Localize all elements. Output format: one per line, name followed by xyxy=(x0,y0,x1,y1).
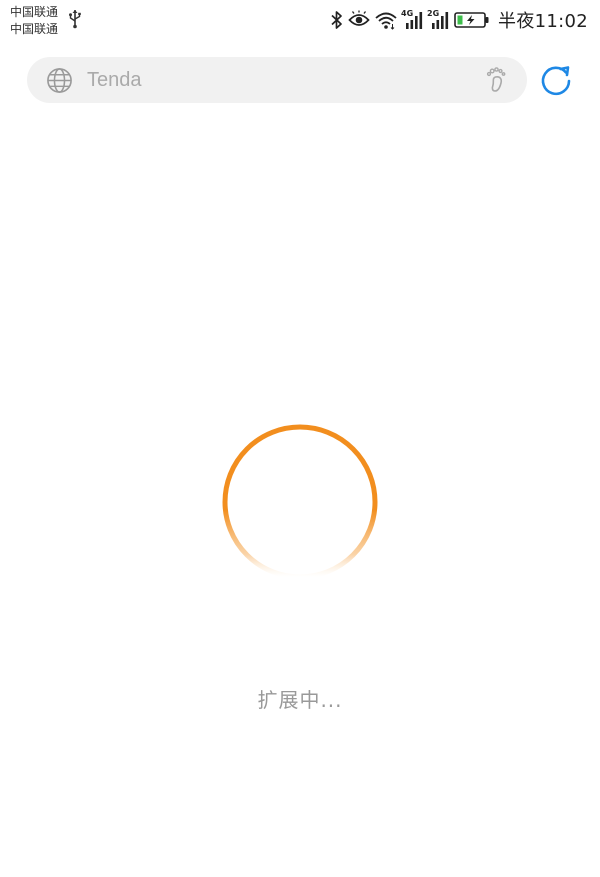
browser-screen: 中国联通 中国联通 4G 2G 半夜11:02 Tenda 扩展中... xyxy=(0,0,600,877)
carrier-1-label: 中国联通 xyxy=(10,5,59,19)
wifi-icon xyxy=(375,12,397,30)
signal-sim1: 4G xyxy=(401,9,424,30)
status-bar: 中国联通 中国联通 4G 2G 半夜11:02 xyxy=(0,0,600,42)
loading-spinner xyxy=(222,424,378,580)
bluetooth-icon xyxy=(331,11,342,29)
eye-comfort-icon xyxy=(348,10,370,26)
loading-label: 扩展中... xyxy=(257,688,343,712)
network-type-2: 2G xyxy=(427,9,440,18)
carrier-info: 中国联通 中国联通 xyxy=(10,4,58,38)
status-icons: 4G 2G 半夜11:02 xyxy=(330,8,588,32)
refresh-icon[interactable] xyxy=(538,63,574,99)
globe-icon xyxy=(47,68,72,93)
battery-charging-icon xyxy=(454,12,489,28)
address-input[interactable] xyxy=(87,57,467,103)
carrier-2-label: 中国联通 xyxy=(10,22,59,36)
status-time: 半夜11:02 xyxy=(498,11,588,32)
usb-icon xyxy=(69,10,81,29)
signal-sim2: 2G xyxy=(427,9,450,30)
footprint-icon[interactable] xyxy=(483,66,511,94)
network-type-1: 4G xyxy=(401,9,414,18)
address-bar[interactable] xyxy=(27,57,527,103)
